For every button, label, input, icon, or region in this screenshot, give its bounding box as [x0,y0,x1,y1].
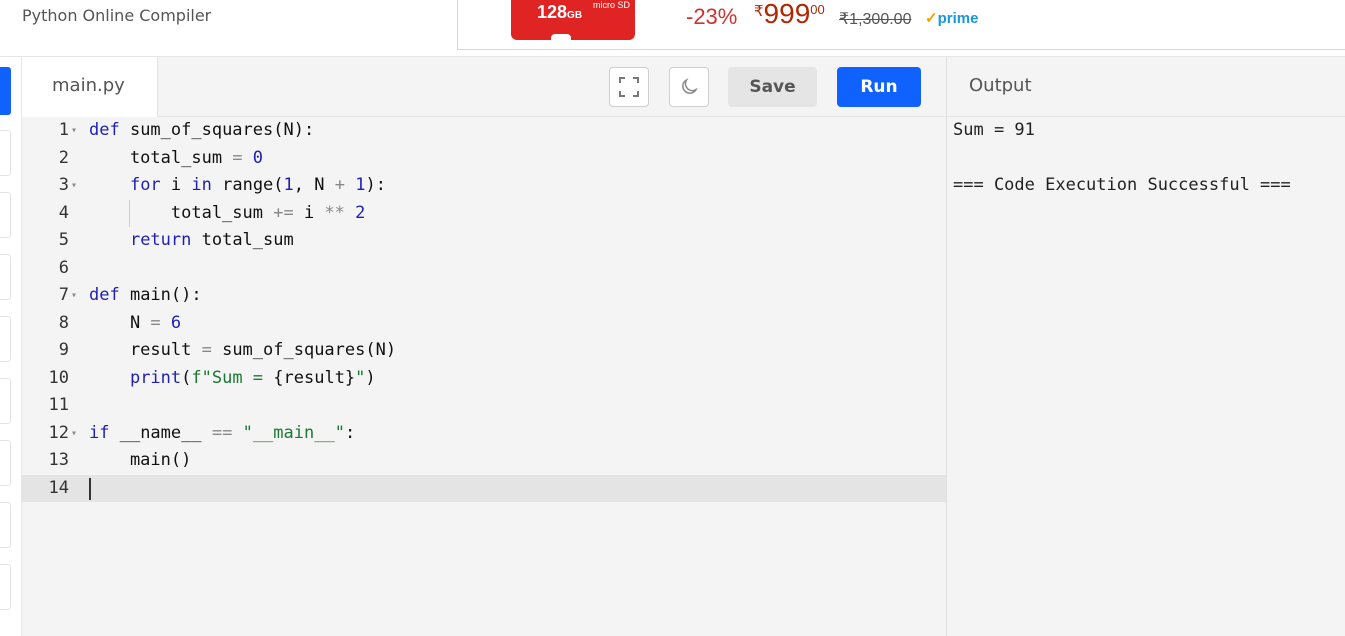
code-editor[interactable]: 1 ▾ def sum_of_squares(N): 2 total_sum =… [22,117,946,636]
code-line[interactable]: 9 result = sum_of_squares(N) [22,337,946,365]
ad-capacity: 128GB [537,2,583,22]
output-title: Output [969,75,1032,96]
sidebar-item[interactable] [0,254,11,300]
code-line[interactable]: 6 [22,255,946,283]
fold-arrow-icon[interactable]: ▾ [71,172,77,200]
moon-icon [682,77,698,94]
code-line[interactable]: 4 total_sum += i ** 2 [22,199,946,227]
output-line: Sum = 91 [953,120,1035,140]
fold-arrow-icon[interactable]: ▾ [71,420,77,448]
editor-toolbar: main.py Save Run [22,57,946,117]
line-number: 11 [48,395,69,415]
top-bar: Python Online Compiler 128GB micro SD -2… [0,0,1345,57]
output-console[interactable]: Sum = 91 === Code Execution Successful =… [947,117,1345,636]
sidebar-item[interactable] [0,316,11,362]
run-button[interactable]: Run [837,67,921,107]
sidebar-item[interactable] [0,192,11,238]
tab-main-py[interactable]: main.py [22,57,158,117]
line-number: 4 [58,202,69,223]
sidebar-item[interactable] [0,130,11,176]
code-text: def main(): [89,285,202,305]
fold-arrow-icon[interactable]: ▾ [71,282,77,310]
fold-arrow-icon[interactable]: ▾ [71,117,77,145]
sidebar-item-python[interactable] [0,67,11,115]
ad-discount: -23% [686,4,738,29]
line-number: 1 [58,120,69,140]
line-number: 9 [58,340,69,360]
code-text: return total_sum [129,230,294,250]
code-text: main() [89,450,192,470]
sidebar-item[interactable] [0,502,11,548]
line-number: 6 [58,257,69,278]
line-number: 2 [58,147,69,168]
code-line[interactable]: 8 N = 6 [22,310,946,338]
code-text: def sum_of_squares(N): [89,120,315,140]
ad-banner[interactable]: 128GB micro SD -23% ₹99900 ₹1,300.00 ✓pr… [457,0,1345,50]
sidebar-item[interactable] [0,564,11,610]
expand-icon [619,77,639,97]
line-number: 12 [48,422,69,443]
sidebar-item[interactable] [0,378,11,424]
site-title[interactable]: Python Online Compiler [22,6,211,25]
fullscreen-button[interactable] [609,67,649,107]
ad-mrp: ₹1,300.00 [839,11,912,28]
code-text: result = sum_of_squares(N) [89,340,397,360]
line-number: 7 [58,285,69,305]
text-cursor [89,477,91,500]
ad-product-image[interactable]: 128GB micro SD [511,0,635,40]
code-line[interactable]: 2 total_sum = 0 [22,145,946,173]
code-text: N = 6 [89,312,182,333]
sidebar-item[interactable] [0,440,11,486]
code-line[interactable]: 10 print(f"Sum = {result}") [22,365,946,393]
code-line[interactable]: 5 return total_sum [22,227,946,255]
ad-prime-badge: ✓prime [925,10,979,27]
output-header: Output [947,57,1345,117]
code-line[interactable]: 13 main() [22,447,946,475]
code-line[interactable]: 11 [22,392,946,420]
line-number: 3 [58,175,69,195]
line-number: 14 [48,477,69,498]
code-text: print(f"Sum = {result}") [129,367,376,388]
save-button[interactable]: Save [728,67,817,107]
code-text: total_sum += i ** 2 [89,202,366,223]
ad-price: ₹99900 [754,0,825,29]
output-line: === Code Execution Successful === [953,175,1291,195]
ad-card-notch [551,34,571,40]
line-number: 10 [48,367,69,388]
line-number: 13 [48,450,69,470]
code-line[interactable]: 7 ▾ def main(): [22,282,946,310]
theme-toggle-button[interactable] [669,67,709,107]
code-line[interactable]: 1 ▾ def sum_of_squares(N): [22,117,946,145]
line-number: 5 [58,230,69,250]
code-line[interactable]: 3 ▾ for i in range(1, N + 1): [22,172,946,200]
code-line[interactable]: 12 ▾ if __name__ == "__main__": [22,420,946,448]
ad-card-label: micro SD [593,0,631,10]
code-text: if __name__ == "__main__": [89,422,356,443]
code-line-active[interactable]: 14 [22,474,946,502]
line-number: 8 [58,312,69,333]
code-text: total_sum = 0 [89,147,264,168]
prime-check-icon: ✓ [925,10,938,27]
tab-label: main.py [52,75,125,96]
code-text: for i in range(1, N + 1): [129,175,386,195]
language-sidebar [0,57,12,636]
